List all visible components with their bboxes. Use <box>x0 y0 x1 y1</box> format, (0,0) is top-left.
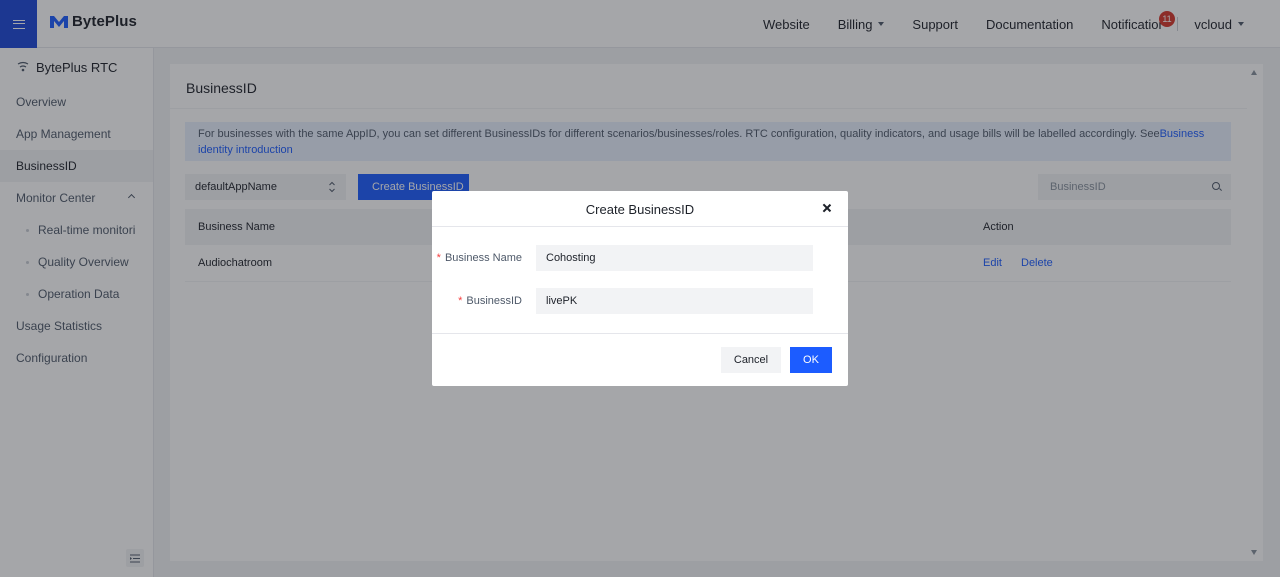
close-icon[interactable] <box>822 203 832 213</box>
businessid-label-text: BusinessID <box>466 295 522 307</box>
business-name-label-text: Business Name <box>444 252 522 264</box>
cancel-button[interactable]: Cancel <box>721 347 781 373</box>
dialog-header-divider <box>432 226 848 227</box>
required-asterisk: * <box>458 295 463 307</box>
dialog-title: Create BusinessID <box>585 202 695 217</box>
required-asterisk: * <box>436 252 441 264</box>
business-name-input[interactable] <box>536 245 813 271</box>
ok-button[interactable]: OK <box>790 347 832 373</box>
business-name-label: * Business Name <box>432 252 522 264</box>
businessid-input[interactable] <box>536 288 813 314</box>
dialog-footer-divider <box>432 333 848 334</box>
businessid-label: * BusinessID <box>432 295 522 307</box>
create-businessid-dialog: Create BusinessID *Business Name *Busine… <box>432 191 848 386</box>
